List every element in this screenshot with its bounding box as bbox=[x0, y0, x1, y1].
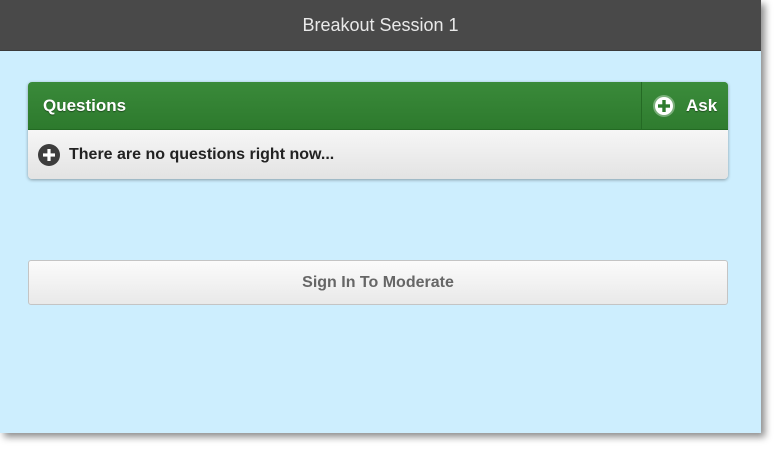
sign-in-to-moderate-label: Sign In To Moderate bbox=[302, 273, 454, 291]
ask-button[interactable]: Ask bbox=[641, 82, 728, 129]
top-bar: Breakout Session 1 bbox=[0, 0, 761, 51]
questions-panel-title: Questions bbox=[43, 95, 127, 115]
plus-circle-icon bbox=[38, 143, 60, 166]
plus-circle-icon bbox=[652, 94, 676, 118]
questions-panel: Questions Ask There are no questions rig… bbox=[28, 82, 728, 179]
questions-panel-header: Questions Ask bbox=[28, 82, 728, 130]
ask-button-label: Ask bbox=[686, 95, 718, 115]
page-title: Breakout Session 1 bbox=[302, 14, 459, 35]
app-window: Breakout Session 1 Questions Ask There a… bbox=[0, 0, 761, 433]
empty-questions-message: There are no questions right now... bbox=[69, 145, 335, 163]
sign-in-to-moderate-button[interactable]: Sign In To Moderate bbox=[28, 260, 728, 305]
list-item[interactable]: There are no questions right now... bbox=[28, 130, 728, 179]
